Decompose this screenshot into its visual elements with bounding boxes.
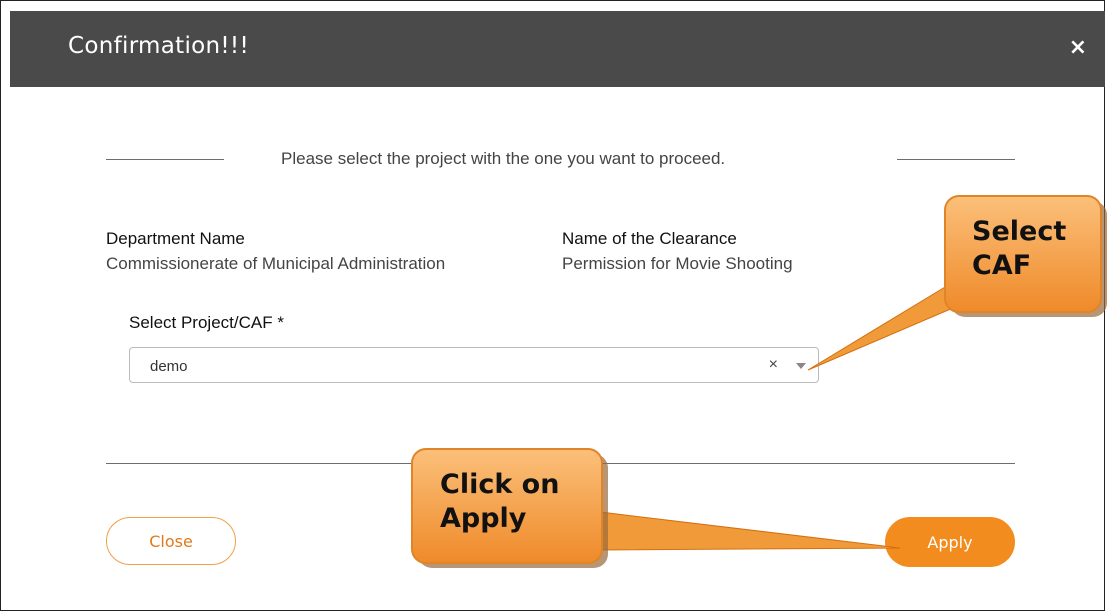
apply-button[interactable]: Apply [885,517,1015,567]
project-select[interactable]: demo × [129,347,819,383]
clear-icon[interactable]: × [769,356,778,374]
modal-title: Confirmation!!! [68,33,249,59]
clearance-label: Name of the Clearance [562,229,737,248]
select-caf-line2: CAF [972,250,1032,281]
instruction-text: Please select the project with the one y… [281,149,726,168]
department-value: Commissionerate of Municipal Administrat… [106,254,446,273]
select-caf-line1: Select [972,216,1067,247]
close-button[interactable]: Close [106,517,236,565]
clearance-value: Permission for Movie Shooting [562,254,793,273]
select-project-label: Select Project/CAF * [129,313,284,332]
chevron-down-icon[interactable] [796,363,806,369]
instruction-divider-right [897,159,1015,160]
project-select-value: demo [150,358,188,375]
department-label: Department Name [106,229,245,248]
click-apply-callout-text: Click on Apply [440,468,559,536]
close-icon[interactable]: × [1069,33,1087,63]
footer-divider [106,463,1015,464]
click-apply-line2: Apply [440,503,527,534]
select-caf-callout-text: Select CAF [972,215,1066,283]
click-apply-line1: Click on [440,469,560,500]
modal-header: Confirmation!!! × [10,11,1105,87]
instruction-divider-left [106,159,224,160]
